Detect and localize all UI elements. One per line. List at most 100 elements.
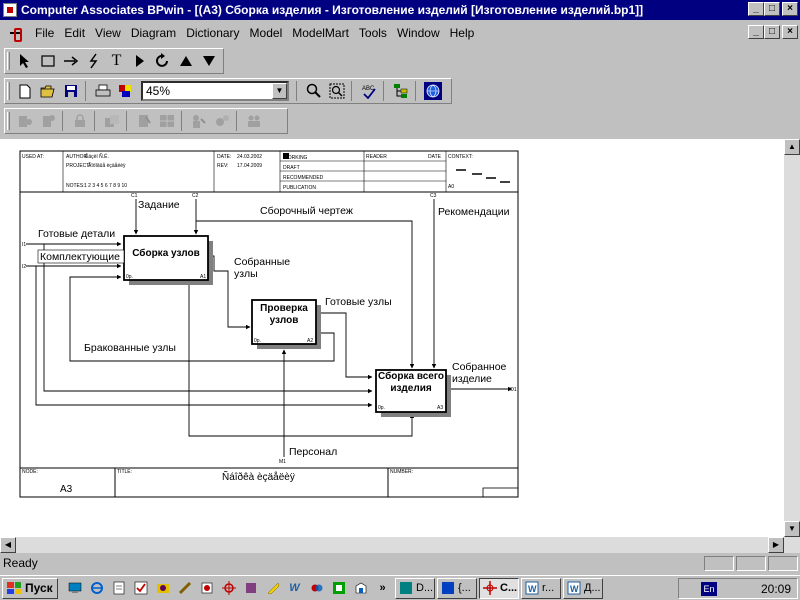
label-ready-parts[interactable]: Готовые детали [38, 228, 115, 240]
squiggle-tool-icon[interactable] [82, 50, 105, 72]
scroll-down-icon[interactable]: ▼ [784, 521, 800, 537]
mm-report-icon[interactable] [132, 110, 155, 132]
save-icon[interactable] [59, 80, 82, 102]
box-a3-label-wrap: Сборка всего изделия [378, 371, 444, 394]
label-task[interactable]: Задание [138, 199, 180, 211]
mm-copy-icon[interactable] [100, 110, 123, 132]
box-a3-number: A3 [437, 405, 443, 411]
status-working: WORKING [283, 155, 308, 161]
scroll-left-icon[interactable]: ◀ [0, 537, 16, 553]
activity-box-a2[interactable]: Проверка узлов 0р. A2 [251, 299, 321, 349]
app-icon-5[interactable] [262, 578, 283, 598]
label-drawing[interactable]: Сборочный чертеж [260, 205, 353, 217]
menu-dictionary[interactable]: Dictionary [181, 26, 244, 40]
notepad-icon[interactable] [108, 578, 129, 598]
label-personnel[interactable]: Персонал [289, 446, 337, 458]
app-icon-7[interactable] [328, 578, 349, 598]
mm-security-icon[interactable] [187, 110, 210, 132]
scroll-up-icon[interactable]: ▲ [784, 139, 800, 155]
status-draft: DRAFT [283, 165, 300, 171]
svg-text:W: W [528, 584, 537, 594]
label-assembled-units[interactable]: Собранные узлы [234, 256, 296, 280]
app-icon-6[interactable] [306, 578, 327, 598]
task-button-bpwin[interactable]: C... [479, 577, 519, 599]
menu-diagram[interactable]: Diagram [126, 26, 181, 40]
language-indicator[interactable]: En [701, 581, 717, 596]
app-icon-1[interactable] [152, 578, 173, 598]
box-tool-icon[interactable] [36, 50, 59, 72]
activity-box-a3[interactable]: Сборка всего изделия 0р. A3 [375, 369, 451, 417]
go-to-child-icon[interactable] [197, 50, 220, 72]
close-button[interactable]: × [782, 2, 798, 16]
go-to-parent-icon[interactable] [174, 50, 197, 72]
crosshair-icon[interactable] [218, 578, 239, 598]
menu-model[interactable]: Model [245, 26, 288, 40]
diagram-canvas[interactable]: USED AT: AUTHOR: Êäçëí Ñ.Ë. PROJECT: Ãîò… [0, 139, 784, 537]
menu-view[interactable]: View [90, 26, 126, 40]
horizontal-scrollbar[interactable]: ◀ ▶ [0, 537, 784, 553]
mm-grid-icon[interactable] [155, 110, 178, 132]
app-icon-4[interactable] [240, 578, 261, 598]
vertical-scrollbar[interactable]: ▲ ▼ [784, 139, 800, 553]
label-recommendations[interactable]: Рекомендации [438, 206, 510, 218]
task-button-1[interactable]: D... [395, 577, 435, 599]
refresh-icon[interactable] [151, 50, 174, 72]
doc-restore-button[interactable]: □ [764, 25, 780, 39]
label-components[interactable]: Комплектующие [40, 251, 120, 263]
task-button-2[interactable]: {... [437, 577, 477, 599]
check-icon[interactable] [130, 578, 151, 598]
new-file-icon[interactable] [13, 80, 36, 102]
menu-window[interactable]: Window [392, 26, 445, 40]
menu-help[interactable]: Help [445, 26, 480, 40]
activity-box-a1[interactable]: Сборка узлов 0р. A1 [123, 235, 213, 285]
desktop-icon[interactable] [64, 578, 85, 598]
chevron-down-icon[interactable]: ▼ [272, 83, 287, 99]
menu-edit[interactable]: Edit [59, 26, 90, 40]
app-icon-2[interactable] [174, 578, 195, 598]
mm-disconnect-icon[interactable] [36, 110, 59, 132]
doc-close-button[interactable]: × [782, 25, 798, 39]
go-to-sibling-icon[interactable] [128, 50, 151, 72]
quick-launch: W » [64, 578, 393, 598]
menu-file[interactable]: File [30, 26, 59, 40]
ie-icon[interactable] [86, 578, 107, 598]
color-palette-icon[interactable] [114, 80, 137, 102]
more-chevron-icon[interactable]: » [372, 578, 393, 598]
model-explorer-icon[interactable] [389, 80, 412, 102]
scroll-right-icon[interactable]: ▶ [768, 537, 784, 553]
app-icon-8[interactable] [350, 578, 371, 598]
menu-tools[interactable]: Tools [354, 26, 392, 40]
date-value: 24.03.2002 [237, 154, 262, 160]
footer-node-value: A3 [60, 484, 73, 495]
globe-icon[interactable] [421, 80, 444, 102]
menu-modelmart[interactable]: ModelMart [287, 26, 354, 40]
mm-settings-icon[interactable] [210, 110, 233, 132]
start-button[interactable]: Пуск [2, 577, 58, 599]
zoom-select[interactable]: 45% ▼ [141, 81, 289, 101]
word-w-icon[interactable]: W [284, 578, 305, 598]
text-tool-icon[interactable]: T [105, 50, 128, 72]
document-icon[interactable] [8, 25, 24, 42]
label-rejected-units[interactable]: Бракованные узлы [84, 342, 176, 354]
label-assembled-product[interactable]: Собранное изделие [452, 361, 514, 385]
pointer-tool-icon[interactable] [13, 50, 36, 72]
mm-connect-icon[interactable] [13, 110, 36, 132]
doc-minimize-button[interactable]: _ [748, 25, 764, 39]
maximize-button[interactable]: □ [764, 2, 780, 16]
app-icon-3[interactable] [196, 578, 217, 598]
zoom-in-icon[interactable] [302, 80, 325, 102]
minimize-button[interactable]: _ [748, 2, 764, 16]
menu-bar: File Edit View Diagram Dictionary Model … [0, 22, 800, 44]
print-icon[interactable] [91, 80, 114, 102]
lock-icon[interactable] [68, 110, 91, 132]
task-button-5[interactable]: W Д... [563, 577, 603, 599]
label-ready-units[interactable]: Готовые узлы [325, 296, 392, 308]
mm-users-icon[interactable] [242, 110, 265, 132]
arrow-tool-icon[interactable] [59, 50, 82, 72]
task-button-4[interactable]: W r... [521, 577, 561, 599]
spell-check-icon[interactable]: ABC [357, 80, 380, 102]
zoom-fit-icon[interactable] [325, 80, 348, 102]
open-folder-icon[interactable] [36, 80, 59, 102]
title-bar: Computer Associates BPwin - [(A3) Сборка… [0, 0, 800, 20]
bpwin-app-icon[interactable] [3, 3, 17, 17]
